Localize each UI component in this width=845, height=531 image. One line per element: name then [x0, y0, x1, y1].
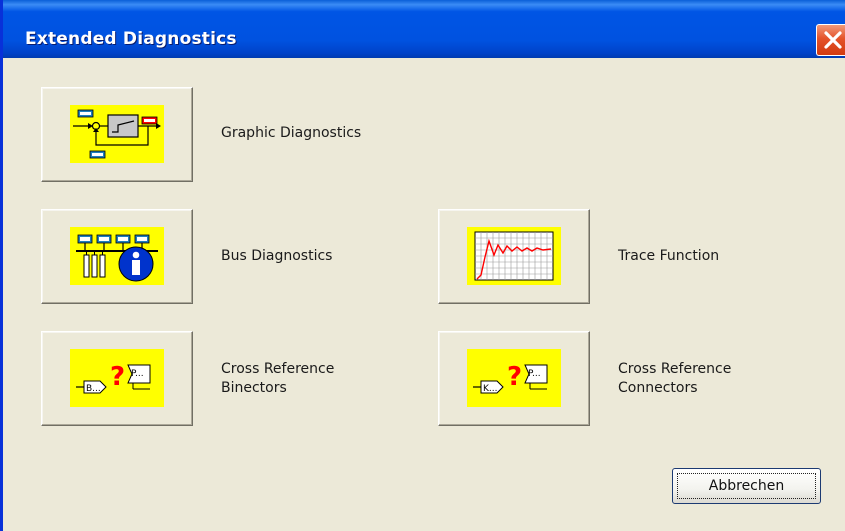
close-button[interactable] — [816, 24, 845, 56]
trace-function-label: Trace Function — [618, 248, 720, 264]
bus-info-icon — [70, 227, 164, 285]
svg-text:?: ? — [110, 362, 125, 392]
svg-text:P...: P... — [528, 369, 541, 379]
binector-crossref-icon: B... ? P... — [70, 349, 164, 407]
cancel-button[interactable]: Abbrechen — [672, 468, 821, 504]
cross-reference-binectors-button[interactable]: B... ? P... — [41, 331, 193, 426]
cross-reference-connectors-label-line1: Cross Reference — [618, 361, 732, 377]
window-title: Extended Diagnostics — [25, 29, 237, 49]
cross-reference-connectors-label: Cross Reference Connectors — [618, 360, 731, 398]
trace-graph-icon — [467, 227, 561, 285]
svg-text:P...: P... — [131, 369, 144, 379]
trace-function-button[interactable] — [438, 209, 590, 304]
bus-diagnostics-label: Bus Diagnostics — [221, 248, 333, 264]
title-bar[interactable]: Extended Diagnostics — [3, 0, 845, 58]
graphic-diagnostics-button[interactable] — [41, 87, 193, 182]
bus-diagnostics-button[interactable] — [41, 209, 193, 304]
svg-text:B...: B... — [86, 384, 101, 394]
cross-reference-binectors-label: Cross Reference Binectors — [221, 360, 334, 398]
block-diagram-icon — [70, 105, 164, 163]
svg-text:?: ? — [507, 362, 522, 392]
cross-reference-connectors-button[interactable]: K... ? P... — [438, 331, 590, 426]
connector-crossref-icon: K... ? P... — [467, 349, 561, 407]
cross-reference-binectors-label-line1: Cross Reference — [221, 361, 335, 377]
graphic-diagnostics-label: Graphic Diagnostics — [221, 125, 362, 141]
cross-reference-connectors-label-line2: Connectors — [618, 380, 698, 396]
svg-text:K...: K... — [483, 384, 497, 394]
cancel-button-label: Abbrechen — [708, 478, 785, 494]
dialog-window: Extended Diagnostics Graphic Diagnostics… — [0, 0, 845, 531]
cross-reference-binectors-label-line2: Binectors — [221, 380, 287, 396]
